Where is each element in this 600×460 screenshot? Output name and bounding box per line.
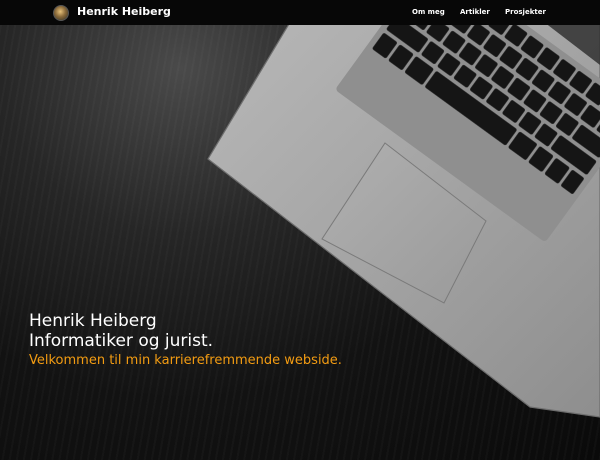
laptop-image (207, 25, 600, 418)
nav-link-prosjekter[interactable]: Prosjekter (505, 6, 546, 18)
hero-role: Informatiker og jurist. (29, 331, 214, 351)
top-navbar: Henrik Heiberg Om meg Artikler Prosjekte… (0, 0, 600, 25)
hero-text: Henrik Heiberg Informatiker og jurist. V… (29, 311, 342, 370)
brand-name[interactable]: Henrik Heiberg (77, 5, 171, 19)
hero-name: Henrik Heiberg (29, 311, 157, 331)
hero-tagline: Velkommen til min karrierefremmende webs… (29, 353, 342, 368)
brand-avatar[interactable] (53, 5, 69, 21)
nav-link-om-meg[interactable]: Om meg (412, 6, 445, 18)
nav-link-artikler[interactable]: Artikler (460, 6, 490, 18)
hero-section: Henrik Heiberg Informatiker og jurist. V… (0, 25, 600, 460)
